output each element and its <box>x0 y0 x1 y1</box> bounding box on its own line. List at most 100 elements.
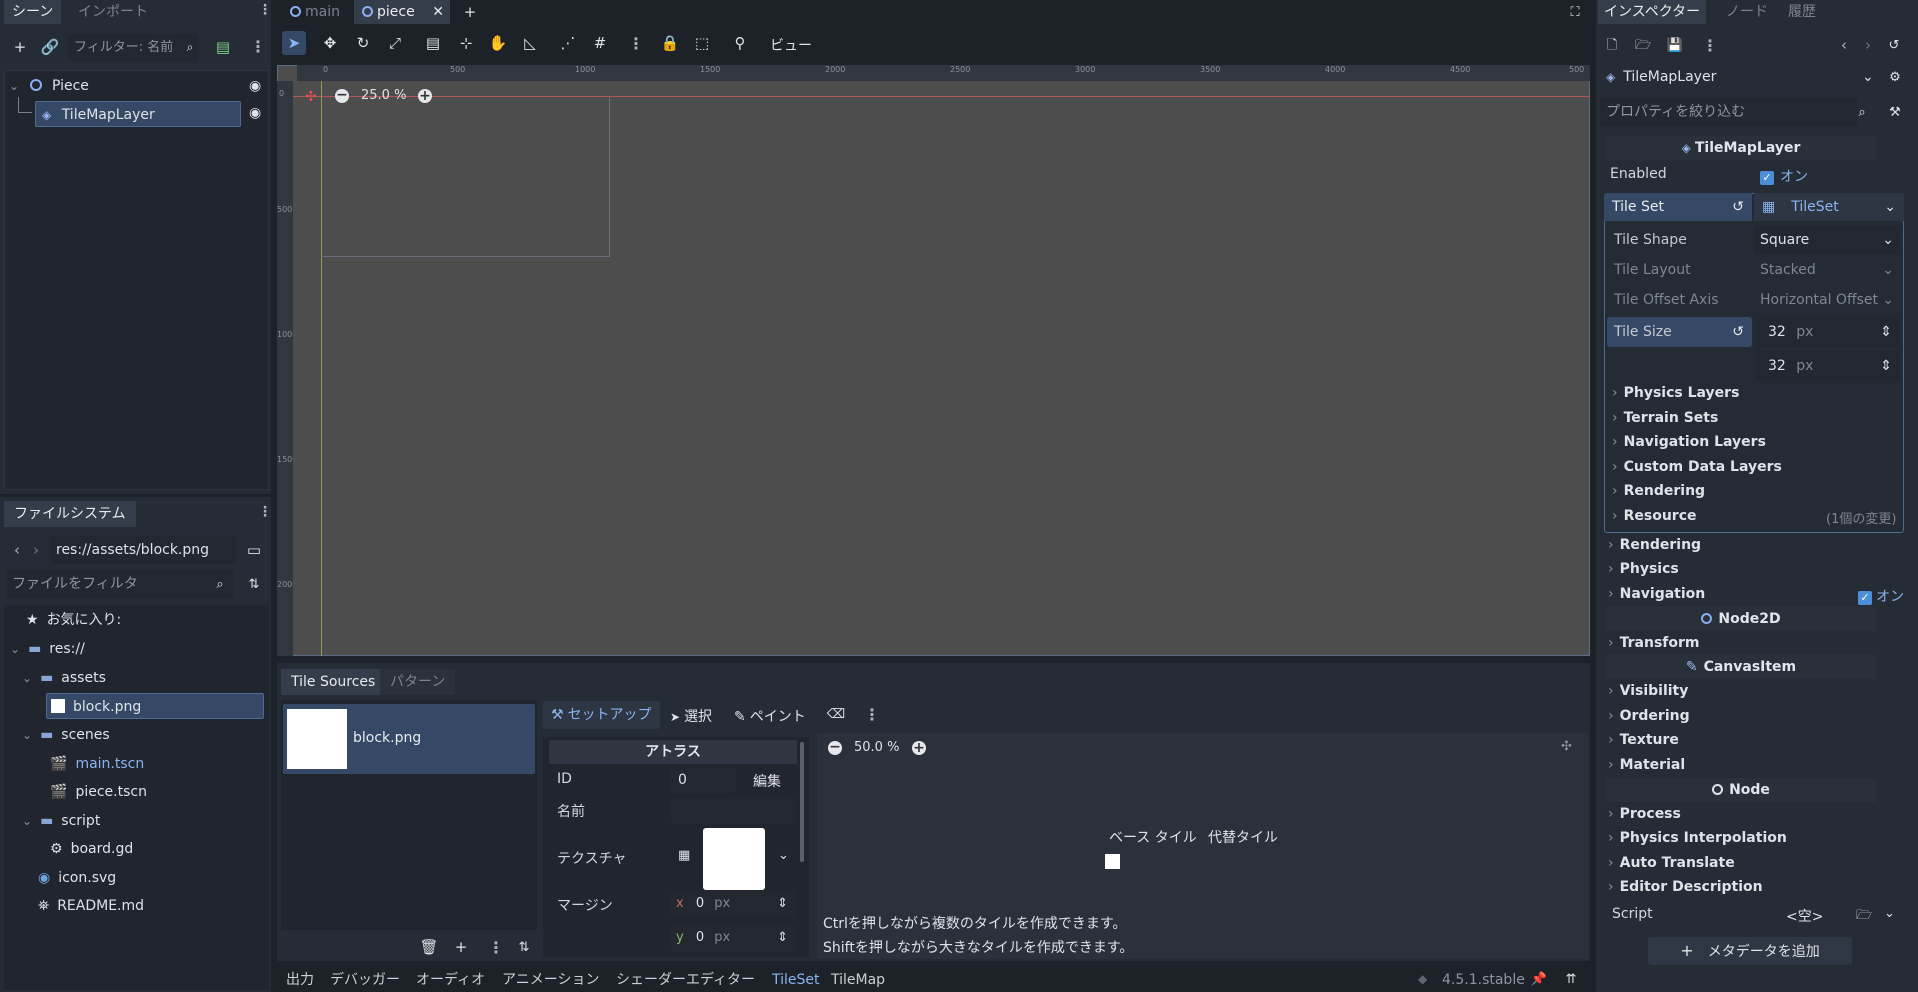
tab-patterns[interactable]: パターン <box>380 669 456 695</box>
chevron-down-icon[interactable]: ⌄ <box>10 642 20 656</box>
tools-icon[interactable]: ⚒ <box>1883 100 1907 124</box>
new-resource-icon[interactable]: 🗋 <box>1600 33 1624 57</box>
sort-icon[interactable]: ⇅ <box>242 572 266 596</box>
tile-shape-dropdown[interactable]: Square ⌄ <box>1754 226 1900 254</box>
add-tab-icon[interactable]: + <box>458 0 482 24</box>
texture-preview[interactable] <box>703 828 765 890</box>
zoom-out-icon[interactable]: − <box>335 88 349 103</box>
tile-menu-icon[interactable]: ⋮ <box>864 705 880 724</box>
stepper-icon[interactable]: ⇕ <box>777 925 788 951</box>
mode-select-button[interactable]: ➤ 選択 <box>670 706 712 726</box>
section-texture[interactable]: Texture <box>1608 732 1679 748</box>
file-piece-tscn[interactable]: 🎬 piece.tscn <box>50 779 147 805</box>
section-material[interactable]: Material <box>1608 757 1686 773</box>
tile-layout-dropdown[interactable]: Stacked ⌄ <box>1754 256 1900 284</box>
tab-tile-sources[interactable]: Tile Sources <box>281 669 386 695</box>
tree-item-tilemaplayer[interactable]: ◈ TileMapLayer <box>35 101 241 127</box>
enabled-checkbox[interactable]: ✓ オン <box>1760 166 1808 186</box>
id-field[interactable]: 0 <box>670 767 736 793</box>
tab-filesystem[interactable]: ファイルシステム <box>4 501 136 527</box>
eraser-icon[interactable]: ⌫ <box>824 702 848 726</box>
scene-dock-menu-icon[interactable]: ⋮ <box>258 2 272 18</box>
tile-offset-axis-dropdown[interactable]: Horizontal Offset ⌄ <box>1754 286 1900 314</box>
chevron-down-icon[interactable]: ⌄ <box>9 79 19 93</box>
section-navigation-layers[interactable]: Navigation Layers <box>1612 434 1766 450</box>
select-tool-icon[interactable]: ➤ <box>282 31 306 55</box>
section-transform[interactable]: Transform <box>1608 635 1700 651</box>
atlas-zoom-label[interactable]: 50.0 % <box>854 740 899 755</box>
section-rendering[interactable]: Rendering <box>1612 483 1705 499</box>
section-layer-physics[interactable]: Physics <box>1608 561 1679 577</box>
grid-snap-icon[interactable]: # <box>588 31 612 55</box>
tree-item-piece[interactable]: ⌄ Piece ◉ <box>9 73 264 99</box>
stepper-icon[interactable]: ⇕ <box>777 891 788 917</box>
folder-res[interactable]: ⌄ ▬ res:// <box>10 636 85 662</box>
id-edit-button[interactable]: 編集 <box>753 771 781 791</box>
section-editor-description[interactable]: Editor Description <box>1608 879 1763 895</box>
forward-icon[interactable]: › <box>1856 33 1880 57</box>
margin-y-field[interactable]: y 0 px ⇕ <box>670 925 796 951</box>
file-block-png[interactable]: block.png <box>46 693 264 719</box>
link-icon[interactable]: 🔗 <box>38 35 62 59</box>
tab-node[interactable]: ノード <box>1718 0 1776 24</box>
trash-icon[interactable]: 🗑 <box>417 935 441 959</box>
add-metadata-button[interactable]: + メタデータを追加 <box>1648 937 1852 965</box>
tile-size-y-field[interactable]: 32 px ⇕ <box>1756 351 1900 381</box>
atlas-tile[interactable] <box>1105 854 1120 869</box>
tab-scene[interactable]: シーン <box>4 0 62 24</box>
chevron-down-icon[interactable]: ⌄ <box>1884 193 1896 221</box>
bottom-tab-audio[interactable]: オーディオ <box>416 967 485 992</box>
split-view-icon[interactable]: ▭ <box>242 538 266 562</box>
file-board-gd[interactable]: ⚙ board.gd <box>50 836 133 862</box>
attach-script-icon[interactable]: ▤ <box>211 35 235 59</box>
zoom-in-icon[interactable]: + <box>418 89 432 103</box>
pan-tool-icon[interactable]: ✋ <box>486 31 510 55</box>
section-layer-rendering[interactable]: Rendering <box>1608 537 1701 553</box>
stepper-icon[interactable]: ⇕ <box>1880 351 1892 381</box>
section-layer-navigation[interactable]: Navigation <box>1608 586 1706 602</box>
section-process[interactable]: Process <box>1608 806 1681 822</box>
section-resource[interactable]: Resource <box>1612 508 1697 524</box>
chevron-down-icon[interactable]: ⌄ <box>22 814 32 828</box>
script-load-icon[interactable]: 🗁 <box>1856 906 1872 928</box>
bottom-tab-output[interactable]: 出力 <box>286 967 314 992</box>
folder-assets[interactable]: ⌄ ▬ assets <box>22 665 106 691</box>
add-node-icon[interactable]: + <box>8 35 32 59</box>
tile-set-label[interactable]: Tile Set ↺ <box>1604 193 1752 221</box>
back-icon[interactable]: ‹ <box>1832 33 1856 57</box>
bottom-tab-shader-editor[interactable]: シェーダーエディター <box>616 967 755 992</box>
bottom-tab-animation[interactable]: アニメーション <box>502 967 599 992</box>
rotate-tool-icon[interactable]: ↻ <box>351 31 375 55</box>
section-visibility[interactable]: Visibility <box>1608 683 1689 699</box>
revert-icon[interactable]: ↺ <box>1732 193 1744 221</box>
folder-script[interactable]: ⌄ ▬ script <box>22 808 100 834</box>
tab-main[interactable]: main <box>282 0 348 24</box>
fullscreen-icon[interactable]: ⛶ <box>1563 0 1587 24</box>
mode-paint-button[interactable]: ✎ ペイント <box>734 706 806 726</box>
section-physics-layers[interactable]: Physics Layers <box>1612 385 1740 401</box>
scene-tree-menu-icon[interactable]: ⋮ <box>250 37 266 56</box>
history-icon[interactable]: ↺ <box>1882 33 1906 57</box>
file-icon-svg[interactable]: ◉ icon.svg <box>38 865 116 891</box>
revert-icon[interactable]: ↺ <box>1732 317 1744 347</box>
path-field[interactable]: res://assets/block.png <box>50 536 236 564</box>
tile-size-x-field[interactable]: 32 px ⇕ <box>1756 317 1900 347</box>
section-physics-interpolation[interactable]: Physics Interpolation <box>1608 830 1787 846</box>
viewport-zoom-label[interactable]: 25.0 % <box>361 88 406 103</box>
view-menu[interactable]: ビュー <box>770 35 812 55</box>
file-filter-input[interactable]: ファイルをフィルタ <box>6 570 234 598</box>
list-select-icon[interactable]: ▤ <box>421 31 445 55</box>
tab-import[interactable]: インポート <box>70 0 156 24</box>
scale-tool-icon[interactable]: ⤢ <box>383 31 407 55</box>
tile-size-label[interactable]: Tile Size ↺ <box>1607 317 1752 347</box>
visibility-eye-icon[interactable]: ◉ <box>249 73 261 99</box>
ruler-tool-icon[interactable]: ◺ <box>518 31 542 55</box>
pivot-icon[interactable]: ⊹ <box>454 31 478 55</box>
tab-piece[interactable]: piece ✕ <box>354 0 450 24</box>
group-icon[interactable]: ⬚ <box>690 31 714 55</box>
object-properties-icon[interactable]: ⚙ <box>1883 65 1907 89</box>
expand-panel-icon[interactable]: ⇈ <box>1559 967 1583 991</box>
move-tool-icon[interactable]: ✥ <box>318 31 342 55</box>
section-terrain-sets[interactable]: Terrain Sets <box>1612 410 1719 426</box>
bone-icon[interactable]: ⚲ <box>728 31 752 55</box>
